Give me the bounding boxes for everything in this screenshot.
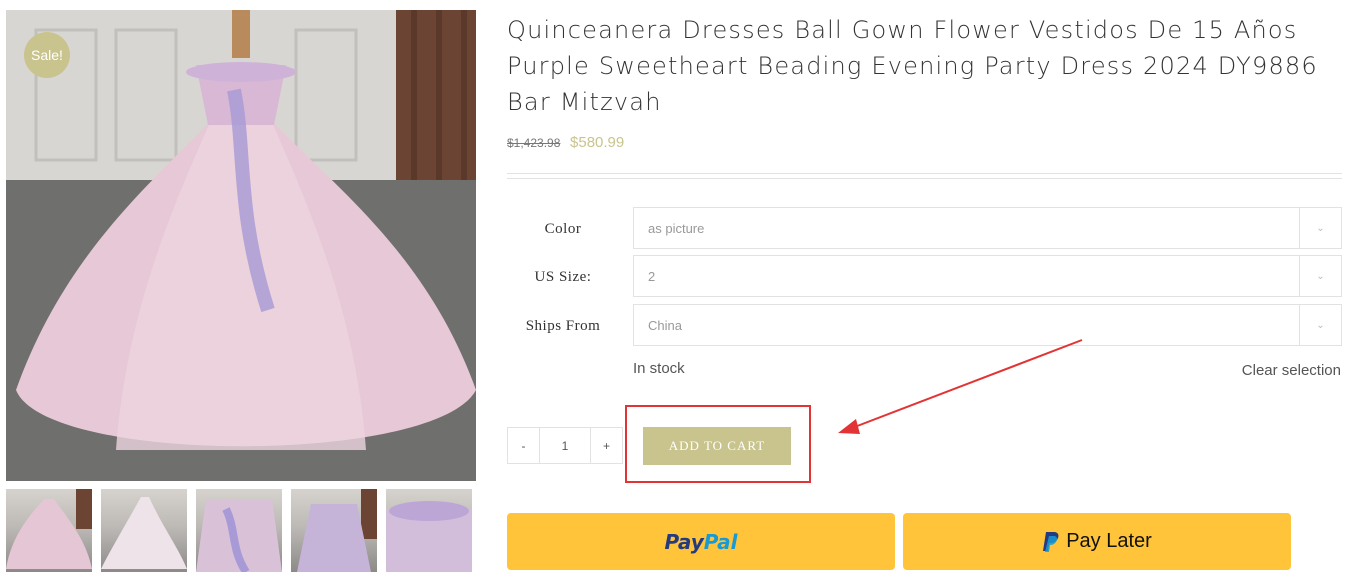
thumbnail-5[interactable]: [386, 489, 472, 572]
thumbnail-strip: [6, 489, 476, 572]
sale-badge: Sale!: [24, 32, 70, 78]
divider: [507, 178, 1342, 179]
annotation-highlight-box: [625, 405, 811, 483]
quantity-increase-button[interactable]: +: [590, 428, 622, 463]
quantity-decrease-button[interactable]: -: [508, 428, 540, 463]
ships-from-select[interactable]: China ⌄: [633, 304, 1342, 346]
us-size-label: US Size:: [534, 269, 592, 285]
dress-photo: [6, 10, 476, 481]
product-title: Quinceanera Dresses Ball Gown Flower Ves…: [507, 16, 1318, 116]
quantity-stepper: - 1 +: [507, 427, 623, 464]
chevron-down-icon: ⌄: [1299, 256, 1341, 296]
color-label: Color: [544, 221, 582, 237]
product-price: $1,423.98 $580.99: [507, 134, 624, 151]
ships-from-select-value: China: [648, 317, 682, 333]
chevron-down-icon: ⌄: [1299, 208, 1341, 248]
paypal-button[interactable]: Pay Pal: [507, 513, 895, 570]
us-size-select-value: 2: [648, 268, 656, 284]
divider: [507, 173, 1342, 174]
paypal-logo-pal: Pal: [703, 529, 738, 554]
sale-price: $580.99: [570, 134, 625, 151]
paypal-logo-pay: Pay: [664, 529, 704, 554]
product-main-image[interactable]: Sale!: [6, 10, 476, 481]
color-select-value: as picture: [648, 220, 705, 236]
pay-later-button[interactable]: Pay Later: [903, 513, 1291, 570]
original-price: $1,423.98: [507, 136, 561, 150]
paypal-p-icon: [1043, 531, 1059, 552]
chevron-down-icon: ⌄: [1299, 305, 1341, 345]
clear-selection-link[interactable]: Clear selection: [1242, 362, 1341, 379]
thumbnail-3[interactable]: [196, 489, 282, 572]
quantity-input[interactable]: 1: [540, 428, 590, 463]
color-select[interactable]: as picture ⌄: [633, 207, 1342, 249]
ships-from-label: Ships From: [525, 318, 601, 334]
thumbnail-2[interactable]: [101, 489, 187, 572]
pay-later-label: Pay Later: [1066, 530, 1152, 552]
thumbnail-1[interactable]: [6, 489, 92, 572]
us-size-select[interactable]: 2 ⌄: [633, 255, 1342, 297]
stock-status: In stock: [633, 360, 685, 377]
thumbnail-4[interactable]: [291, 489, 377, 572]
